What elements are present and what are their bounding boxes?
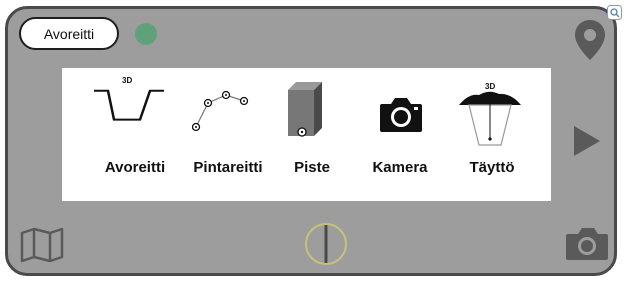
tool-label: Piste <box>294 159 330 176</box>
zoom-icon[interactable] <box>607 5 622 20</box>
mode-button[interactable]: Avoreitti <box>19 17 119 50</box>
tool-label: Täyttö <box>469 159 515 176</box>
status-indicator <box>135 23 157 45</box>
tool-kamera[interactable]: Kamera <box>365 68 435 201</box>
map-icon[interactable] <box>20 227 64 263</box>
compass-icon[interactable] <box>303 221 349 267</box>
tool-badge: 3D <box>485 82 495 91</box>
tool-pintareitti[interactable]: Pintareitti <box>190 68 266 201</box>
tool-avoreitti[interactable]: 3D Avoreitti <box>90 68 180 201</box>
camera-icon[interactable] <box>564 224 610 262</box>
tool-label: Avoreitti <box>104 159 166 176</box>
location-pin-icon[interactable] <box>573 18 607 62</box>
tool-taytto[interactable]: 3D Täyttö <box>452 68 532 201</box>
tool-badge: 3D <box>122 76 132 85</box>
tool-panel: 3D Avoreitti Pintareitti Piste Kamera 3D… <box>62 68 551 201</box>
tool-label: Kamera <box>372 159 428 176</box>
tool-label: Pintareitti <box>193 159 263 176</box>
play-icon[interactable] <box>572 124 602 158</box>
tool-piste[interactable]: Piste <box>284 68 340 201</box>
